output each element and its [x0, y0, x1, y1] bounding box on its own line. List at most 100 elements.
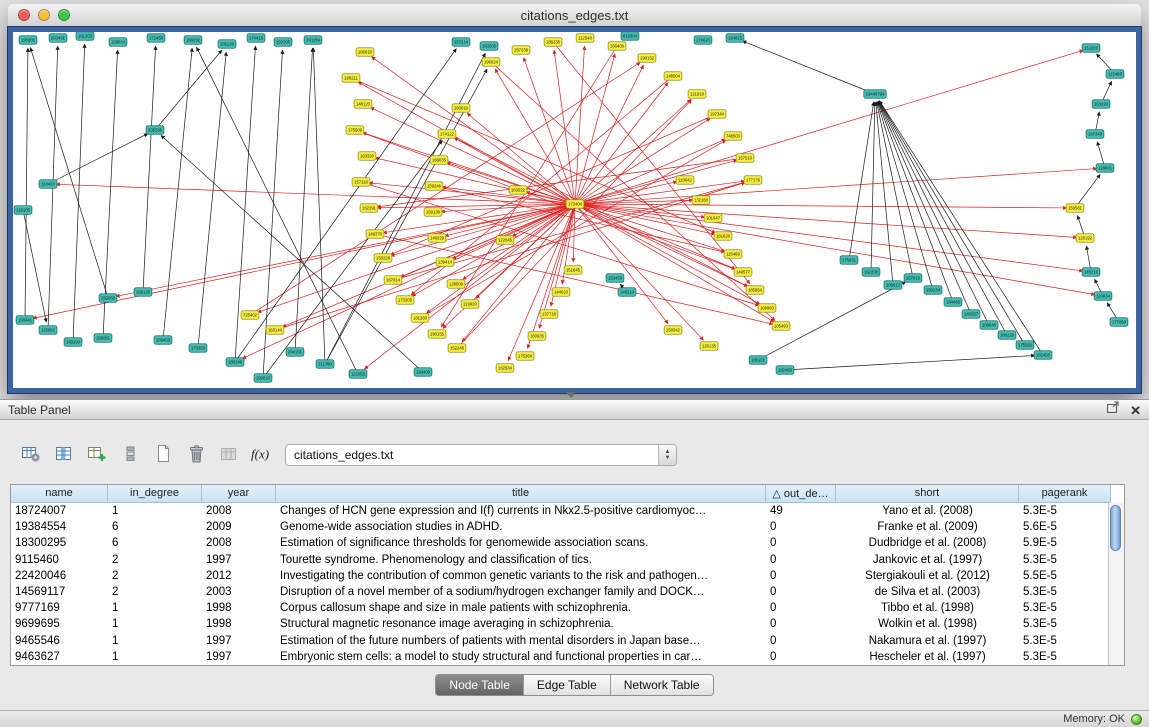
graph-node[interactable]: 144023 — [552, 288, 570, 297]
graph-edge[interactable] — [575, 204, 1095, 295]
graph-node[interactable]: 166453 — [154, 336, 172, 345]
graph-node[interactable]: 205336 — [146, 126, 164, 135]
zoom-window-button[interactable] — [58, 9, 70, 21]
graph-node[interactable]: 150138 — [424, 208, 442, 217]
graph-node[interactable]: 157214 — [452, 38, 470, 47]
graph-edge[interactable] — [462, 204, 575, 342]
graph-node[interactable]: 161626 — [714, 232, 732, 241]
table-selector-dropdown[interactable]: citations_edges.txt ▲▼ — [285, 444, 677, 466]
graph-edge[interactable] — [73, 44, 85, 342]
graph-edge[interactable] — [143, 46, 156, 292]
tab-node-table[interactable]: Node Table — [436, 675, 524, 695]
graph-edge[interactable] — [527, 204, 575, 348]
table-row[interactable]: 1456911722003Disruption of a novel membe… — [11, 584, 1124, 600]
graph-node[interactable]: 151102 — [1082, 44, 1100, 53]
graph-node[interactable]: 818304 — [621, 32, 639, 40]
graph-node[interactable]: 181260 — [411, 314, 429, 323]
graph-edge[interactable] — [871, 102, 875, 272]
graph-node[interactable]: 162208 — [862, 268, 880, 277]
graph-node[interactable]: 126105 — [14, 206, 32, 215]
graph-node[interactable]: 196024 — [482, 58, 500, 67]
panel-splitter-handle[interactable] — [566, 392, 576, 398]
table-row[interactable]: 1830029562008Estimation of significance … — [11, 535, 1124, 551]
graph-edge[interactable] — [575, 50, 1083, 204]
graph-node[interactable]: 157238 — [512, 46, 530, 55]
tab-edge-table[interactable]: Edge Table — [524, 675, 611, 695]
graph-edge[interactable] — [25, 48, 28, 320]
table-row[interactable]: 911546021997Tourette syndrome. Phenomeno… — [11, 552, 1124, 568]
tab-network-table[interactable]: Network Table — [611, 675, 713, 695]
graph-node[interactable]: 186235 — [544, 38, 562, 47]
graph-node[interactable]: 115692 — [39, 326, 57, 335]
graph-node[interactable]: 185954 — [746, 286, 764, 295]
graph-node[interactable]: 128509 — [447, 280, 465, 289]
graph-node[interactable]: 175509 — [346, 126, 364, 135]
graph-edge[interactable] — [263, 140, 442, 378]
column-header-year[interactable]: year — [202, 485, 276, 503]
graph-edge[interactable] — [447, 134, 748, 286]
graph-node[interactable]: 148210 — [618, 288, 636, 297]
graph-node[interactable]: 163022 — [509, 186, 527, 195]
graph-node[interactable]: 159051 — [94, 334, 112, 343]
table-row[interactable]: 1872400712008Changes of HCN gene express… — [11, 503, 1124, 519]
graph-node[interactable]: 168220 — [998, 331, 1016, 340]
graph-node[interactable]: 160935 — [528, 332, 546, 341]
graph-node[interactable]: 159014 — [109, 38, 127, 47]
graph-edge[interactable] — [371, 57, 575, 204]
graph-edge[interactable] — [325, 53, 485, 364]
graph-node[interactable]: 172450 — [147, 34, 165, 43]
table-row[interactable]: 977716911998Corpus callosum shape and si… — [11, 600, 1124, 616]
graph-node[interactable]: 252060 — [99, 294, 117, 303]
graph-node[interactable]: 157510 — [736, 154, 754, 163]
graph-node[interactable]: 112548 — [576, 34, 594, 43]
graph-edge[interactable] — [155, 50, 222, 130]
table-row[interactable]: 1938455462009Genome-wide association stu… — [11, 519, 1124, 535]
graph-node[interactable]: 151845 — [564, 266, 582, 275]
graph-node[interactable]: 159138 — [134, 288, 152, 297]
graph-node[interactable]: 139414 — [436, 258, 454, 267]
graph-node[interactable]: 157118 — [352, 178, 370, 187]
column-header-out_degree[interactable]: △ out_de… — [766, 485, 836, 503]
graph-node[interactable]: 163305 — [480, 42, 498, 51]
graph-edge[interactable] — [879, 101, 1043, 355]
graph-edge[interactable] — [575, 169, 1097, 204]
graph-node[interactable]: 109646 — [980, 321, 998, 330]
float-panel-icon[interactable] — [1106, 401, 1120, 419]
graph-node[interactable]: 192450 — [1034, 351, 1052, 360]
graph-node[interactable]: 163144 — [266, 326, 284, 335]
graph-edge[interactable] — [849, 102, 874, 260]
table-settings-button[interactable] — [18, 442, 44, 466]
graph-node[interactable]: 190155 — [428, 330, 446, 339]
graph-edge[interactable] — [758, 282, 906, 360]
graph-node[interactable]: 197344 — [708, 110, 726, 119]
column-header-pagerank[interactable]: pagerank — [1019, 485, 1111, 503]
graph-edge[interactable] — [48, 134, 148, 184]
table-row[interactable]: 946362711997Embryonic stem cells: a mode… — [11, 649, 1124, 665]
new-file-button[interactable] — [150, 442, 176, 466]
graph-node[interactable]: 201159 — [304, 36, 322, 45]
close-window-button[interactable] — [18, 9, 30, 21]
graph-node[interactable]: 174418 — [247, 34, 265, 43]
column-header-in_degree[interactable]: in_degree — [108, 485, 202, 503]
graph-edge[interactable] — [575, 82, 668, 204]
graph-node[interactable]: 140290 — [64, 338, 82, 347]
graph-node[interactable]: 168035 — [430, 156, 448, 165]
graph-node[interactable]: 163320 — [358, 152, 376, 161]
graph-node[interactable]: 101647 — [704, 214, 722, 223]
graph-node[interactable]: 159581 — [1066, 204, 1084, 213]
graph-edge[interactable] — [355, 130, 735, 269]
graph-node[interactable]: 115498 — [1106, 70, 1124, 79]
graph-node[interactable]: 158226 — [374, 254, 392, 263]
graph-node[interactable]: 110034 — [1094, 292, 1112, 301]
graph-edge[interactable] — [575, 65, 643, 204]
graph-edge[interactable] — [434, 186, 725, 252]
graph-node[interactable]: 176620 — [694, 36, 712, 45]
graph-edge[interactable] — [163, 48, 192, 340]
graph-node[interactable]: 190211 — [342, 74, 360, 83]
graph-node[interactable]: 748503 — [724, 132, 742, 141]
column-header-title[interactable]: title — [276, 485, 766, 503]
graph-node[interactable]: 148504 — [664, 72, 682, 81]
graph-node[interactable]: 185220 — [218, 40, 236, 49]
graph-node[interactable]: 177176 — [744, 176, 762, 185]
graph-node[interactable]: 167919 — [904, 274, 922, 283]
